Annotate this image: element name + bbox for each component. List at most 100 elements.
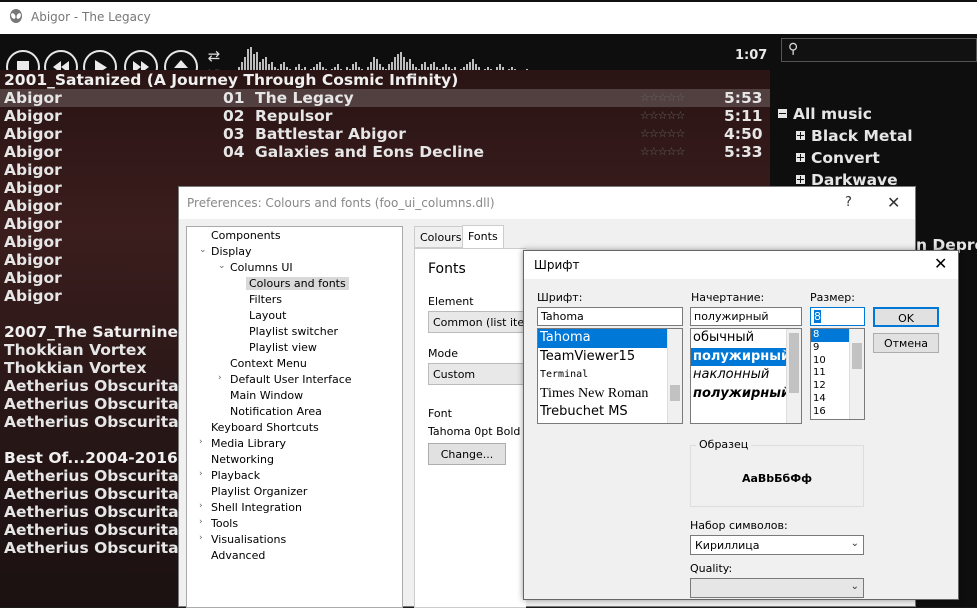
library-item[interactable]: Black Metal	[796, 127, 913, 145]
expand-icon[interactable]	[796, 131, 805, 140]
tree-item[interactable]: Playlist switcher	[249, 325, 338, 338]
playlist-row[interactable]: Abigor	[0, 161, 770, 179]
tree-item-label: Colours and fonts	[249, 277, 346, 290]
tree-item[interactable]: Playlist view	[249, 341, 317, 354]
tree-item[interactable]: Layout	[249, 309, 286, 322]
playlist-row[interactable]: Abigor 02 Repulsor ☆☆☆☆☆ 5:11	[0, 107, 770, 125]
chevron-right-icon[interactable]: ›	[199, 469, 203, 479]
list-item[interactable]: Terminal	[538, 366, 682, 385]
preferences-tree[interactable]: Components ⌄ Display ⌄ Columns UI Colours and…	[186, 226, 403, 608]
tree-item[interactable]: Keyboard Shortcuts	[211, 421, 319, 434]
tree-item[interactable]: › Playback	[199, 469, 260, 482]
library-item[interactable]: Convert	[796, 149, 880, 167]
list-item[interactable]: Times New Roman	[538, 385, 682, 404]
track-artist: Abigor	[4, 197, 62, 215]
tab-colours[interactable]: Colours	[414, 226, 468, 248]
font-dialog: Шрифт ✕ Шрифт: Tahoma Tahoma TeamViewer15…	[523, 250, 959, 600]
expand-icon[interactable]	[796, 153, 805, 162]
ok-button[interactable]: OK	[873, 307, 939, 327]
close-icon[interactable]: ✕	[887, 193, 900, 212]
track-title: Galaxies and Eons Decline	[255, 143, 485, 161]
mode-select[interactable]: Custom	[428, 363, 528, 385]
track-title: Repulsor	[255, 107, 333, 125]
chevron-right-icon[interactable]: ›	[199, 533, 203, 543]
cancel-button[interactable]: Отмена	[873, 333, 939, 353]
playlist-row[interactable]: Abigor 01 The Legacy ☆☆☆☆☆ 5:53	[0, 89, 770, 107]
list-item[interactable]: Tahoma	[538, 329, 682, 348]
library-search-input[interactable]: ⚲	[781, 38, 977, 62]
playback-time: 1:07	[735, 48, 768, 63]
chevron-right-icon[interactable]: ›	[199, 517, 203, 527]
expand-icon[interactable]	[796, 175, 805, 184]
collapse-icon[interactable]	[778, 109, 787, 118]
list-item[interactable]: полужирный	[691, 385, 801, 404]
tree-item-label: Visualisations	[211, 533, 287, 546]
list-item[interactable]: Trebuchet MS	[538, 403, 682, 422]
tab-fonts[interactable]: Fonts	[462, 225, 504, 248]
tree-item[interactable]: › Default User Interface	[218, 373, 352, 386]
tree-item[interactable]: › Visualisations	[199, 533, 287, 546]
rating-stars[interactable]: ☆☆☆☆☆	[640, 127, 685, 140]
tree-item[interactable]: ⌄ Display	[199, 245, 252, 258]
track-artist: Abigor	[4, 143, 62, 161]
group-title: 2001_Satanized (A Journey Through Cosmic…	[4, 71, 459, 89]
list-item[interactable]: полужирный	[691, 347, 801, 366]
tree-item[interactable]: Networking	[211, 453, 274, 466]
tree-item[interactable]: › Tools	[199, 517, 238, 530]
tree-item[interactable]: Main Window	[230, 389, 303, 402]
font-name-input[interactable]: Tahoma	[537, 307, 683, 326]
tree-item[interactable]: Playlist Organizer	[211, 485, 307, 498]
rating-stars[interactable]: ☆☆☆☆☆	[640, 109, 685, 122]
chevron-down-icon: ⌄	[850, 581, 859, 592]
help-button[interactable]: ?	[845, 195, 852, 210]
change-font-button[interactable]: Change...	[428, 443, 506, 465]
list-item[interactable]: обычный	[691, 329, 801, 348]
tree-item[interactable]: Notification Area	[230, 405, 322, 418]
chevron-down-icon[interactable]: ⌄	[199, 245, 207, 255]
quality-select[interactable]: ⌄	[690, 578, 864, 598]
playlist-row[interactable]: Abigor 04 Galaxies and Eons Decline ☆☆☆☆☆ 5:…	[0, 143, 770, 161]
tree-item-label: Columns UI	[230, 261, 293, 274]
tree-item[interactable]: Filters	[249, 293, 282, 306]
chevron-right-icon[interactable]: ›	[199, 501, 203, 511]
playlist-row[interactable]: Abigor 03 Battlestar Abigor ☆☆☆☆☆ 4:50	[0, 125, 770, 143]
group-title: Best Of...2004-2016	[4, 449, 178, 467]
tree-item[interactable]: › Media Library	[199, 437, 286, 450]
list-item[interactable]: TeamViewer15	[538, 348, 682, 367]
chevron-down-icon[interactable]: ⌄	[218, 261, 226, 271]
size-list-scrollbar[interactable]	[849, 329, 864, 419]
font-size-input[interactable]: 8	[810, 307, 865, 326]
element-label: Element	[428, 295, 474, 308]
font-size-label: Размер:	[810, 291, 855, 304]
tree-item-label: Media Library	[211, 437, 286, 450]
font-list-scrollbar[interactable]	[667, 329, 682, 423]
font-style-input[interactable]: полужирный	[690, 307, 802, 326]
tree-item-label: Main Window	[230, 389, 304, 402]
main-titlebar: Abigor - The Legacy	[0, 0, 977, 34]
tree-item-label: Display	[211, 245, 252, 258]
list-item[interactable]: наклонный	[691, 366, 801, 385]
tree-item[interactable]: Advanced	[211, 549, 265, 562]
library-root[interactable]: All music	[778, 105, 872, 123]
tree-item[interactable]: Colours and fonts	[246, 277, 349, 290]
font-name-list[interactable]: Tahoma TeamViewer15 Terminal Times New Roma…	[537, 328, 683, 424]
repeat-icon[interactable]: ⇄	[205, 47, 223, 65]
tree-item[interactable]: › Shell Integration	[199, 501, 302, 514]
chevron-right-icon[interactable]: ›	[199, 437, 203, 447]
close-icon[interactable]: ✕	[934, 254, 947, 273]
rating-stars[interactable]: ☆☆☆☆☆	[640, 91, 685, 104]
rating-stars[interactable]: ☆☆☆☆☆	[640, 145, 685, 158]
preferences-title: Preferences: Colours and fonts (foo_ui_c…	[187, 196, 495, 210]
style-list-scrollbar[interactable]	[786, 329, 801, 423]
charset-select[interactable]: Кириллица ⌄	[690, 535, 864, 555]
tree-item[interactable]: ⌄ Columns UI	[218, 261, 293, 274]
tree-item[interactable]: Context Menu	[230, 357, 307, 370]
font-style-list[interactable]: обычный полужирный наклонный полужирный	[690, 328, 802, 424]
element-select[interactable]: Common (list items)	[428, 311, 528, 333]
font-size-list[interactable]: 8 9 10 11 12 14 16	[810, 328, 865, 420]
track-title: The Legacy	[255, 89, 354, 107]
playlist-group-header[interactable]: 2001_Satanized (A Journey Through Cosmic…	[0, 71, 770, 89]
chevron-right-icon[interactable]: ›	[218, 373, 222, 383]
track-artist: Aetherius Obscuritas	[4, 521, 188, 539]
tree-item[interactable]: Components	[211, 229, 281, 242]
